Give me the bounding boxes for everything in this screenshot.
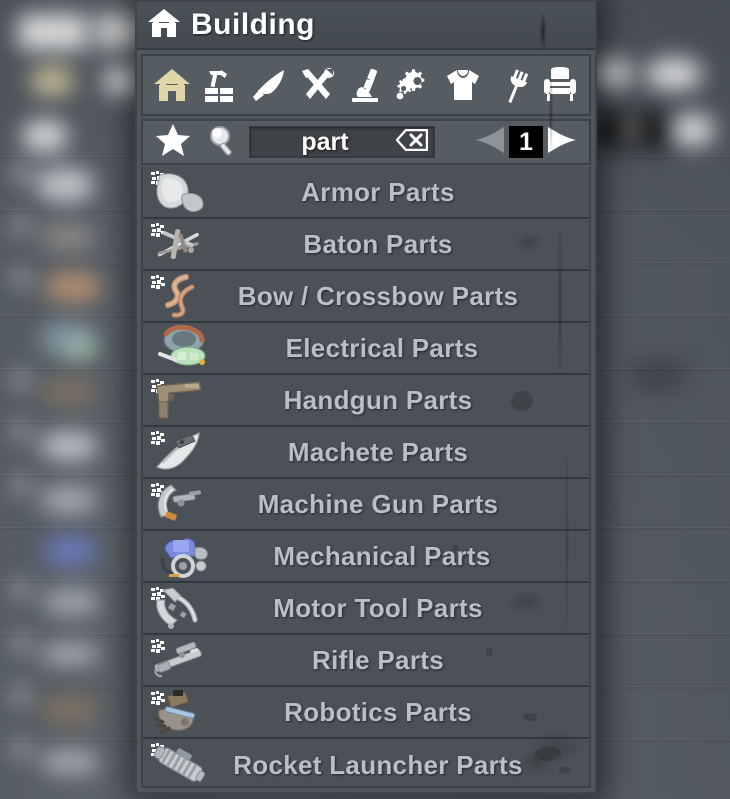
handgun-frame-thumb xyxy=(149,374,209,426)
list-item[interactable]: Motor Tool Parts xyxy=(143,583,589,635)
list-item[interactable]: Baton Parts xyxy=(143,219,589,271)
recipe-list[interactable]: Armor Parts Baton Parts Bow / Crossbow P… xyxy=(141,167,591,788)
background-left-column xyxy=(0,0,142,799)
electrical-coil-thumb xyxy=(157,322,217,374)
category-tab-chemistry[interactable] xyxy=(343,62,389,108)
category-tab-construction[interactable] xyxy=(198,62,244,108)
search-button[interactable] xyxy=(195,124,249,161)
house-icon xyxy=(147,7,181,44)
list-item[interactable]: Handgun Parts xyxy=(143,375,589,427)
background-right-column xyxy=(590,0,730,799)
list-item[interactable]: Electrical Parts xyxy=(143,323,589,375)
motortool-chain-thumb xyxy=(149,582,209,634)
category-tab-food[interactable] xyxy=(489,62,535,108)
rifle-receiver-thumb xyxy=(149,634,209,686)
category-toolbar xyxy=(141,54,591,116)
pagination: 1 xyxy=(473,125,581,159)
list-item[interactable]: Rocket Launcher Parts xyxy=(143,739,589,786)
category-tab-parts[interactable] xyxy=(392,62,438,108)
search-input-value: part xyxy=(301,127,349,156)
list-item-label: Electrical Parts xyxy=(285,333,479,363)
list-item-label: Rifle Parts xyxy=(312,645,444,675)
list-item-label: Bow / Crossbow Parts xyxy=(237,281,519,311)
machinegun-thumb xyxy=(149,478,209,530)
baton-rods-thumb xyxy=(149,218,209,270)
category-tab-weapons[interactable] xyxy=(246,62,292,108)
category-tab-building[interactable] xyxy=(149,62,195,108)
list-item[interactable]: Bow / Crossbow Parts xyxy=(143,271,589,323)
rocket-tube-thumb xyxy=(149,739,209,786)
list-item[interactable]: Robotics Parts xyxy=(143,687,589,739)
mechanical-motor-thumb xyxy=(157,530,217,582)
robotics-turret-thumb xyxy=(149,686,209,738)
building-window: Building part 1 Armor Parts Baton Parts … xyxy=(135,0,597,794)
triangle-right-icon xyxy=(546,125,578,160)
list-item[interactable]: Rifle Parts xyxy=(143,635,589,687)
search-input[interactable]: part xyxy=(249,126,435,158)
category-tab-decor[interactable] xyxy=(537,62,583,108)
list-item-label: Handgun Parts xyxy=(283,385,473,415)
bow-limbs-thumb xyxy=(149,270,209,322)
window-titlebar: Building xyxy=(137,2,595,50)
prev-page-button[interactable] xyxy=(473,125,507,159)
page-title: Building xyxy=(191,8,315,41)
list-item-label: Machete Parts xyxy=(287,437,469,467)
list-item[interactable]: Machete Parts xyxy=(143,427,589,479)
list-item-label: Armor Parts xyxy=(301,177,455,207)
list-item-label: Mechanical Parts xyxy=(273,541,491,571)
machete-blade-thumb xyxy=(149,426,209,478)
star-icon xyxy=(155,123,191,162)
list-item[interactable]: Machine Gun Parts xyxy=(143,479,589,531)
list-item[interactable]: Mechanical Parts xyxy=(143,531,589,583)
clear-search-button[interactable] xyxy=(395,128,429,156)
category-tab-tools[interactable] xyxy=(295,62,341,108)
armor-plate-thumb xyxy=(149,167,209,218)
page-number[interactable]: 1 xyxy=(509,126,543,158)
list-item-label: Machine Gun Parts xyxy=(257,489,499,519)
backspace-delete-icon xyxy=(395,128,429,156)
category-tab-clothing[interactable] xyxy=(440,62,486,108)
triangle-left-icon xyxy=(474,125,506,160)
list-item-label: Motor Tool Parts xyxy=(273,593,483,623)
search-toolbar: part 1 xyxy=(141,119,591,165)
magnifier-icon xyxy=(206,124,238,161)
list-item-label: Robotics Parts xyxy=(284,697,472,727)
favorites-button[interactable] xyxy=(151,123,195,162)
list-item-label: Baton Parts xyxy=(303,229,453,259)
list-item-label: Rocket Launcher Parts xyxy=(233,750,523,780)
list-item[interactable]: Armor Parts xyxy=(143,167,589,219)
next-page-button[interactable] xyxy=(545,125,579,159)
